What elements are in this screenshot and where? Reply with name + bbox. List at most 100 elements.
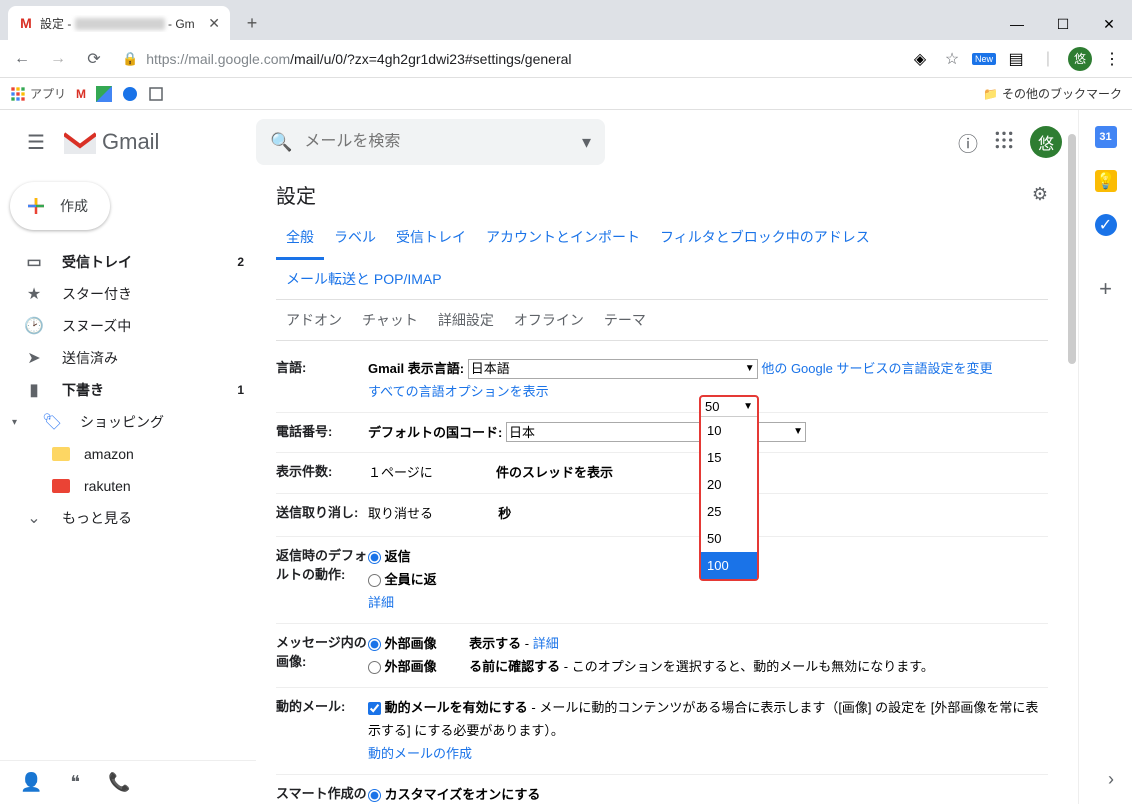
bookmark-item-icon[interactable]	[148, 86, 164, 102]
language-select[interactable]: 日本語▼	[468, 359, 758, 379]
keep-icon[interactable]: 💡	[1095, 170, 1117, 192]
show-all-languages-link[interactable]: すべての言語オプションを表示	[368, 384, 549, 399]
sidebar-sub-rakuten[interactable]: rakuten	[0, 470, 256, 502]
sidebar-item-sent[interactable]: ➤ 送信済み	[0, 342, 256, 374]
browser-tab[interactable]: M 設定 - - Gm ✕	[8, 6, 230, 40]
maximize-button[interactable]: ☐	[1040, 8, 1086, 40]
dropdown-option[interactable]: 10	[701, 417, 757, 444]
draft-icon: ▮	[24, 380, 44, 400]
hangouts-icon[interactable]: ❝	[70, 772, 80, 793]
text: 件のスレッドを表示	[496, 465, 613, 480]
search-icon[interactable]: 🔍	[270, 132, 292, 153]
scrollbar-thumb[interactable]	[1068, 134, 1076, 364]
star-icon: ★	[24, 284, 44, 304]
tab-addons[interactable]: アドオン	[276, 300, 352, 340]
sidebar-category-shopping[interactable]: ▾ 🏷 ショッピング	[0, 406, 256, 438]
extension-new-icon[interactable]: New	[972, 47, 996, 71]
dropdown-option[interactable]: 50	[701, 525, 757, 552]
setting-label: 動的メール:	[276, 696, 368, 766]
tab-advanced[interactable]: 詳細設定	[428, 300, 504, 340]
dropdown-option-selected[interactable]: 100	[701, 552, 757, 579]
apps-shortcut[interactable]: アプリ	[10, 85, 66, 102]
sidebar-item-drafts[interactable]: ▮ 下書き 1	[0, 374, 256, 406]
hamburger-menu-icon[interactable]: ☰	[16, 122, 56, 162]
compose-button[interactable]: 作成	[10, 182, 110, 230]
forward-button[interactable]: →	[44, 45, 72, 73]
setting-label: 表示件数:	[276, 461, 368, 484]
search-box[interactable]: 🔍 ▾	[256, 119, 605, 165]
sidebar-label: スヌーズ中	[62, 316, 244, 336]
tab-offline[interactable]: オフライン	[504, 300, 594, 340]
help-icon[interactable]: ⓘ	[958, 128, 978, 157]
dropdown-option[interactable]: 25	[701, 498, 757, 525]
google-apps-icon[interactable]	[994, 130, 1014, 155]
person-icon[interactable]: 👤	[20, 772, 42, 793]
gmail-logo[interactable]: Gmail	[64, 129, 159, 155]
radio-smart-on[interactable]: カスタマイズをオンにする	[368, 787, 540, 802]
radio-reply-all[interactable]: 全員に返	[368, 572, 437, 587]
bookmark-item-icon[interactable]	[122, 86, 138, 102]
tab-accounts[interactable]: アカウントとインポート	[476, 217, 650, 259]
bookmark-maps-icon[interactable]	[96, 86, 112, 102]
address-bar[interactable]: 🔒 https://mail.google.com/mail/u/0/?zx=4…	[116, 51, 900, 67]
search-options-icon[interactable]: ▾	[582, 132, 591, 153]
radio-reply[interactable]: 返信	[368, 549, 411, 564]
tab-labels[interactable]: ラベル	[324, 217, 386, 259]
other-services-link[interactable]: 他の Google サービスの言語設定を変更	[761, 361, 992, 376]
browser-toolbar: ← → ⟳ 🔒 https://mail.google.com/mail/u/0…	[0, 40, 1132, 78]
search-input[interactable]	[304, 133, 570, 151]
bookmark-star-icon[interactable]: ☆	[940, 47, 964, 71]
plus-icon	[24, 194, 48, 218]
close-tab-icon[interactable]: ✕	[208, 15, 220, 32]
setting-label: 電話番号:	[276, 421, 368, 444]
apps-grid-icon	[10, 86, 26, 102]
phone-icon[interactable]: 📞	[108, 772, 130, 793]
minimize-button[interactable]: —	[994, 8, 1040, 40]
images-detail-link[interactable]: 詳細	[533, 636, 559, 651]
dynamic-mail-link[interactable]: 動的メールの作成	[368, 746, 472, 761]
tab-general[interactable]: 全般	[276, 217, 324, 260]
page-size-dropdown-open[interactable]: 50▼ 10 15 20 25 50 100	[699, 395, 759, 581]
setting-label: メッセージ内の画像:	[276, 632, 368, 679]
add-addon-icon[interactable]: +	[1095, 278, 1117, 300]
dropdown-option[interactable]: 15	[701, 444, 757, 471]
tab-inbox[interactable]: 受信トレイ	[386, 217, 476, 259]
radio-images-ask[interactable]: 外部画像 る前に確認する	[368, 659, 560, 674]
kebab-menu-icon[interactable]: ⋮	[1100, 47, 1124, 71]
sidebar-item-inbox[interactable]: ▭ 受信トレイ 2	[0, 246, 256, 278]
tab-chat[interactable]: チャット	[352, 300, 428, 340]
tasks-icon[interactable]: ✓	[1095, 214, 1117, 236]
sidebar-item-snoozed[interactable]: 🕑 スヌーズ中	[0, 310, 256, 342]
side-panel-toggle-icon[interactable]: ›	[1108, 769, 1114, 790]
calendar-icon[interactable]: 31	[1095, 126, 1117, 148]
gear-icon[interactable]: ⚙	[1032, 184, 1048, 205]
account-avatar-icon[interactable]: 悠	[1030, 126, 1062, 158]
sidebar-item-starred[interactable]: ★ スター付き	[0, 278, 256, 310]
other-bookmarks[interactable]: 📁 その他のブックマーク	[983, 85, 1122, 102]
text: １ページに	[368, 465, 433, 480]
radio-images-show[interactable]: 外部画像 表示する	[368, 636, 521, 651]
tab-themes[interactable]: テーマ	[594, 300, 656, 340]
page-size-current[interactable]: 50▼	[701, 397, 757, 417]
sidebar-label: スター付き	[62, 284, 244, 304]
reply-detail-link[interactable]: 詳細	[368, 595, 394, 610]
new-tab-button[interactable]: +	[238, 9, 266, 37]
cube-icon	[122, 86, 138, 102]
country-code-select[interactable]: 日本▼	[506, 422, 806, 442]
tab-filters[interactable]: フィルタとブロック中のアドレス	[650, 217, 880, 259]
profile-avatar-icon[interactable]: 悠	[1068, 47, 1092, 71]
setting-row-reply-default: 返信時のデフォルトの動作: 返信 全員に返 詳細	[276, 537, 1048, 624]
back-button[interactable]: ←	[8, 45, 36, 73]
sidebar-label: もっと見る	[62, 508, 244, 528]
sidebar-sub-amazon[interactable]: amazon	[0, 438, 256, 470]
sidebar-label: 送信済み	[62, 348, 244, 368]
bookmark-gmail-icon[interactable]: M	[76, 87, 86, 101]
checkbox-dynamic-mail[interactable]: 動的メールを有効にする	[368, 700, 528, 715]
dropdown-option[interactable]: 20	[701, 471, 757, 498]
site-info-icon[interactable]: ◈	[908, 47, 932, 71]
close-window-button[interactable]: ✕	[1086, 8, 1132, 40]
reload-button[interactable]: ⟳	[80, 45, 108, 73]
tab-forwarding[interactable]: メール転送と POP/IMAP	[276, 259, 452, 299]
sidebar-item-more[interactable]: ⌄ もっと見る	[0, 502, 256, 534]
extension-icon[interactable]: ▤	[1004, 47, 1028, 71]
